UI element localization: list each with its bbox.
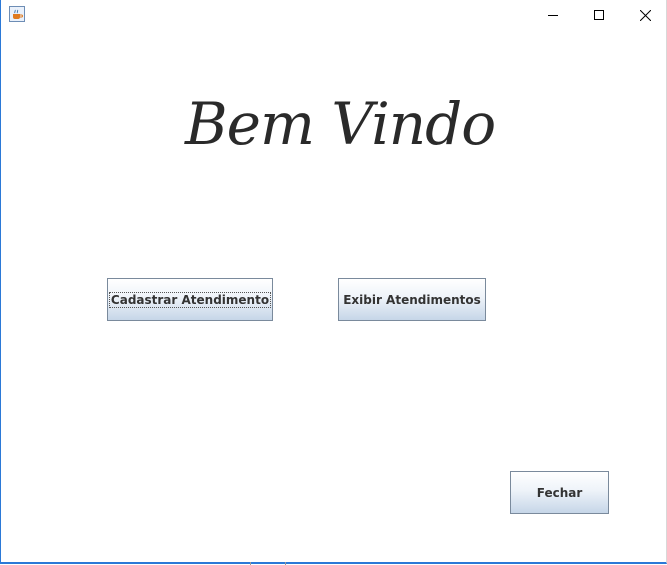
minimize-button[interactable] (530, 0, 576, 30)
cadastrar-atendimento-button[interactable]: Cadastrar Atendimento (107, 278, 273, 321)
close-icon (639, 9, 651, 21)
fechar-label: Fechar (536, 485, 583, 500)
java-coffee-icon[interactable] (9, 6, 25, 22)
exibir-atendimentos-label: Exibir Atendimentos (343, 292, 481, 307)
fechar-button[interactable]: Fechar (510, 471, 609, 514)
minimize-icon (548, 15, 558, 16)
welcome-heading: Bem Vindo (185, 90, 496, 158)
exibir-atendimentos-button[interactable]: Exibir Atendimentos (338, 278, 486, 321)
cadastrar-atendimento-label: Cadastrar Atendimento (108, 291, 272, 308)
maximize-button[interactable] (576, 0, 622, 30)
maximize-icon (594, 10, 604, 20)
title-bar[interactable] (1, 0, 666, 30)
app-window: Bem Vindo Cadastrar Atendimento Exibir A… (0, 0, 667, 564)
close-window-button[interactable] (622, 0, 667, 30)
